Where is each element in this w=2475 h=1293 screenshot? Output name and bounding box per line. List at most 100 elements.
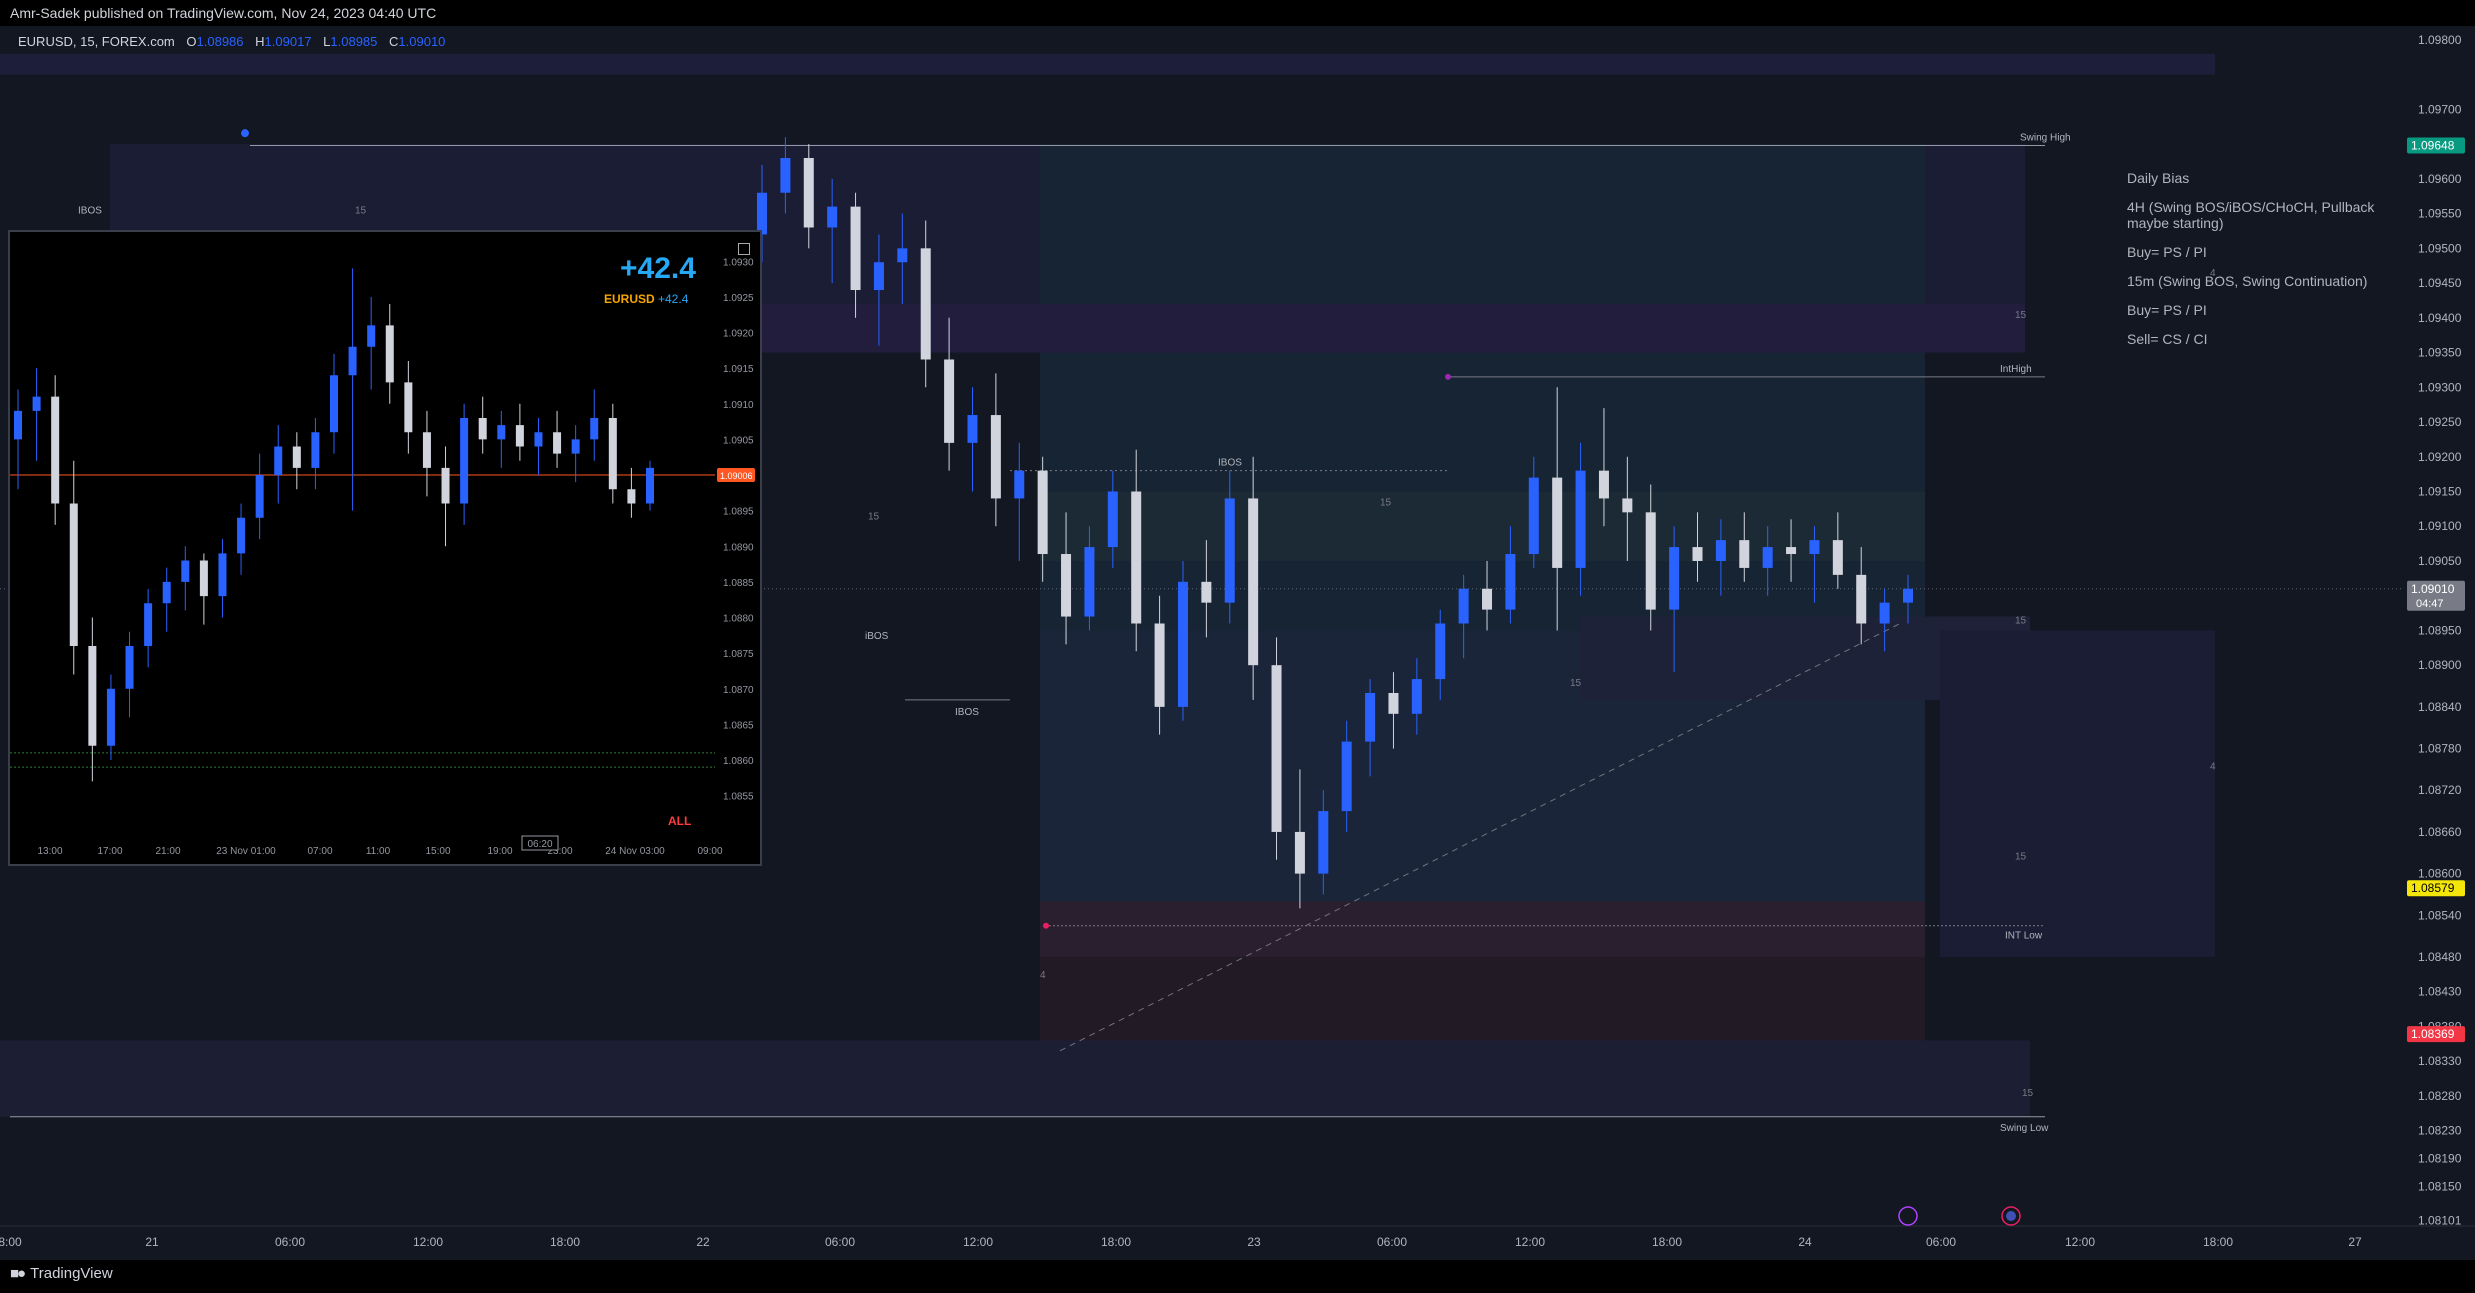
price-tick: 1.08230 [2418, 1124, 2462, 1138]
price-tick: 1.08280 [2418, 1089, 2462, 1103]
structure-label: Swing Low [2000, 1123, 2049, 1134]
candle-body [1435, 623, 1446, 680]
pnl-small: +42.4 [658, 292, 689, 306]
structure-label: INT Low [2005, 931, 2043, 942]
zone-label: 15 [2015, 852, 2027, 863]
inset-candle-body [608, 418, 617, 490]
expand-icon[interactable] [738, 243, 750, 255]
candle-body [1505, 554, 1516, 610]
inset-candle-body [237, 517, 246, 554]
price-tick: 1.08430 [2418, 985, 2462, 999]
structure-label: IBOS [955, 707, 979, 718]
candle-body [1903, 588, 1913, 603]
candle-body [1856, 574, 1867, 624]
legend-close: 1.09010 [398, 34, 446, 49]
candle-body [803, 158, 814, 228]
price-tick: 1.09400 [2418, 311, 2462, 325]
zone-label: 15 [1570, 678, 1582, 689]
symbol-legend: EURUSD, 15, FOREX.com O1.08986 H1.09017 … [18, 34, 445, 49]
time-tick: 18:00 [550, 1235, 580, 1249]
inset-candle-body [348, 346, 357, 376]
bias-title: Daily Bias [2127, 170, 2190, 186]
inset-time-tick: 07:00 [307, 846, 332, 857]
candle-body [1201, 581, 1212, 603]
inset-price-tick: 1.0925 [723, 293, 754, 304]
inset-price-tick: 1.0905 [723, 435, 754, 446]
time-tick: 22 [696, 1235, 710, 1249]
inset-candle-body [255, 475, 264, 518]
inset-candle-body [441, 467, 450, 504]
inset-price-tick: 1.0895 [723, 507, 754, 518]
inset-price-tick: 1.0870 [723, 685, 754, 696]
time-tick: 27 [2348, 1235, 2362, 1249]
candle-body [1879, 602, 1890, 624]
candle-body [1786, 547, 1797, 555]
legend-high: 1.09017 [264, 34, 312, 49]
time-tick: 06:00 [825, 1235, 855, 1249]
price-tick: 1.08150 [2418, 1179, 2462, 1193]
swing-marker [1043, 922, 1049, 929]
inset-candle-body [553, 432, 562, 454]
inset-candle-body [367, 325, 376, 347]
inset-time-tick: 11:00 [366, 846, 391, 857]
publish-text: Amr-Sadek published on TradingView.com, … [10, 5, 437, 21]
time-tick: 23 [1247, 1235, 1261, 1249]
inset-candle-body [125, 646, 134, 689]
candle-body [1154, 623, 1165, 707]
inset-time-tick: 23 Nov 01:00 [216, 846, 276, 857]
candle-body [1528, 477, 1539, 555]
candle-body [1598, 470, 1609, 499]
candle-body [1131, 491, 1142, 624]
candle-body [1248, 498, 1259, 666]
legend-high-key: H [255, 34, 265, 49]
zone-label: 15 [868, 511, 880, 522]
candle-body [850, 206, 861, 291]
inset-price-tick: 1.0920 [723, 329, 754, 340]
candle-body [1622, 498, 1633, 513]
price-tick: 1.08900 [2418, 658, 2462, 672]
inset-candle-body [51, 396, 60, 504]
footer-bar [0, 1260, 2475, 1293]
price-tick: 1.08330 [2418, 1054, 2462, 1068]
inset-price-tick: 1.0890 [723, 542, 754, 553]
candle-body [990, 415, 1001, 499]
inset-candle-body [460, 418, 469, 504]
structure-label: iBOS [865, 631, 889, 642]
inset-candle-body [32, 396, 41, 411]
inset-price-tick: 1.0910 [723, 400, 754, 411]
zone-label: 4 [2210, 761, 2216, 772]
candle-body [967, 415, 978, 443]
inset-candle-body [590, 418, 599, 440]
structure-label: Swing High [2020, 133, 2071, 144]
candle-body [1107, 491, 1118, 548]
inset-time-tick: 09:00 [697, 846, 722, 857]
inset-time-label: 06:20 [527, 839, 552, 850]
candle-body [1061, 554, 1072, 617]
price-tick: 1.09150 [2418, 484, 2462, 498]
candle-body [1809, 540, 1820, 555]
time-tick: 18:00 [1652, 1235, 1682, 1249]
inset-time-tick: 13:00 [37, 846, 62, 857]
swing-marker [241, 129, 249, 138]
structure-label: IntHigh [2000, 364, 2032, 375]
inset-candle-body [571, 439, 580, 454]
candle-body [1224, 498, 1235, 603]
brand-text: TradingView [30, 1265, 113, 1282]
zone-box [1940, 630, 2215, 957]
candle-body [1832, 540, 1843, 575]
candle-body [1458, 588, 1469, 624]
inset-time-tick: 15:00 [425, 846, 450, 857]
zone-box [1040, 956, 1925, 1055]
inset-candle-body [181, 560, 190, 582]
time-tick: 12:00 [1515, 1235, 1545, 1249]
bias-sell: Sell= CS / CI [2127, 331, 2208, 347]
inset-price-tick: 1.0930 [723, 257, 754, 268]
inset-price-tick: 1.0855 [723, 792, 754, 803]
swing-marker [1445, 373, 1451, 380]
time-tick: 06:00 [275, 1235, 305, 1249]
all-button[interactable]: ALL [668, 814, 691, 828]
zone-box [750, 303, 2025, 353]
price-tick: 1.09450 [2418, 276, 2462, 290]
candle-body [1715, 540, 1726, 561]
candle-body [827, 206, 838, 228]
